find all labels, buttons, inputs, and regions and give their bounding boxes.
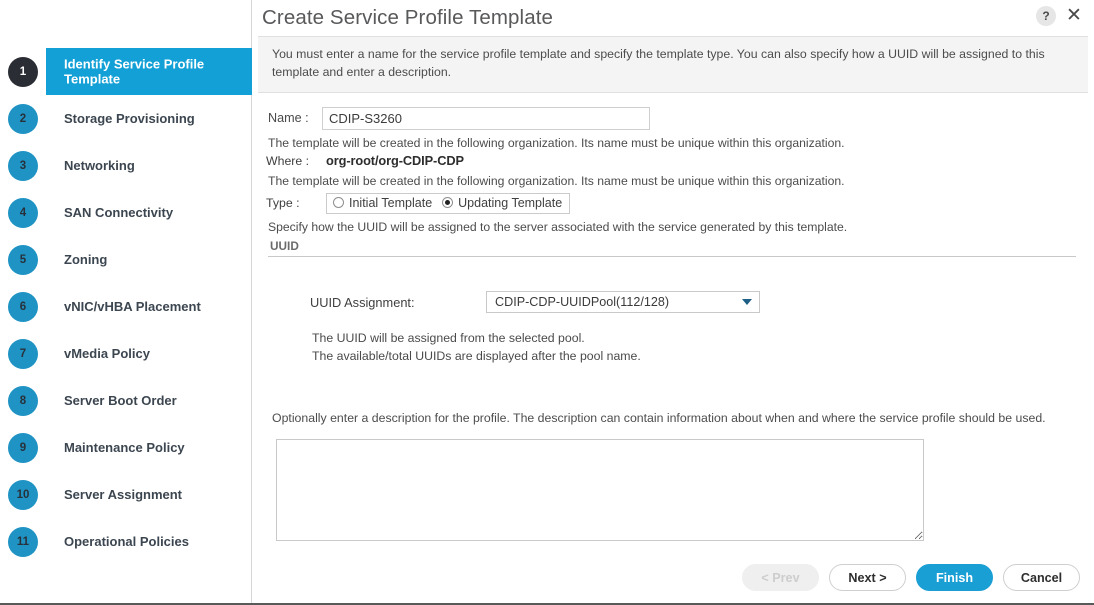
instruction-banner: You must enter a name for the service pr… <box>258 36 1088 93</box>
uuid-pool-select[interactable]: CDIP-CDP-UUIDPool(112/128) <box>486 291 760 314</box>
step-number-badge: 9 <box>8 432 38 463</box>
help-icon[interactable]: ? <box>1036 6 1056 26</box>
uuid-pool-selected-value: CDIP-CDP-UUIDPool(112/128) <box>495 295 670 310</box>
step-number-badge: 10 <box>8 479 38 510</box>
sidebar-item-vmedia-policy[interactable]: 7 vMedia Policy <box>0 330 252 377</box>
sidebar-item-highlight <box>46 377 252 424</box>
sidebar-item-storage-provisioning[interactable]: 2 Storage Provisioning <box>0 95 252 142</box>
titlebar-icons: ? ✕ <box>1036 6 1084 26</box>
step-number-badge: 11 <box>8 526 38 557</box>
sidebar-item-server-boot-order[interactable]: 8 Server Boot Order <box>0 377 252 424</box>
close-icon[interactable]: ✕ <box>1064 6 1084 26</box>
radio-initial-template[interactable]: Initial Template <box>333 196 432 210</box>
name-row: Name : <box>266 106 1080 130</box>
uuid-assignment-label: UUID Assignment: <box>310 294 415 310</box>
sidebar-item-san-connectivity[interactable]: 4 SAN Connectivity <box>0 189 252 236</box>
identify-form: Name : The template will be created in t… <box>258 93 1088 541</box>
uuid-note-2: The available/total UUIDs are displayed … <box>312 348 641 363</box>
radio-label-initial: Initial Template <box>349 195 433 210</box>
description-intro: Optionally enter a description for the p… <box>272 410 1046 425</box>
organization-hint-2: The template will be created in the foll… <box>268 174 845 189</box>
wizard-step-list: 1 Identify Service Profile Template 2 Stora… <box>0 0 252 565</box>
next-button[interactable]: Next > <box>829 564 906 591</box>
sidebar-item-highlight <box>46 283 252 330</box>
uuid-assignment-block: UUID Assignment: CDIP-CDP-UUIDPool(112/1… <box>266 257 1080 365</box>
sidebar-item-maintenance-policy[interactable]: 9 Maintenance Policy <box>0 424 252 471</box>
sidebar-item-highlight <box>46 424 252 471</box>
dialog-footer: < Prev Next > Finish Cancel <box>742 564 1080 591</box>
sidebar-item-highlight <box>46 142 252 189</box>
uuid-assignment-row: UUID Assignment: CDIP-CDP-UUIDPool(112/1… <box>310 291 1080 314</box>
wizard-sidebar: 1 Identify Service Profile Template 2 Stora… <box>0 0 252 603</box>
name-input[interactable] <box>322 106 650 130</box>
radio-updating-template[interactable]: Updating Template <box>442 196 562 210</box>
step-number-badge: 8 <box>8 385 38 416</box>
name-label: Name : <box>268 111 309 126</box>
sidebar-item-identify-service-profile-template[interactable]: 1 Identify Service Profile Template <box>0 48 252 95</box>
where-value: org-root/org-CDIP-CDP <box>326 153 464 169</box>
where-label: Where : <box>266 153 310 168</box>
sidebar-item-operational-policies[interactable]: 11 Operational Policies <box>0 518 252 565</box>
dialog-body: Name : The template will be created in t… <box>252 93 1094 541</box>
radio-dot-updating <box>442 197 454 209</box>
sidebar-item-server-assignment[interactable]: 10 Server Assignment <box>0 471 252 518</box>
template-type-radio-group: Initial Template Updating Template <box>326 192 571 214</box>
step-number-badge: 1 <box>8 56 38 87</box>
dialog-titlebar: Create Service Profile Template ? ✕ <box>252 0 1094 36</box>
step-number-badge: 2 <box>8 103 38 134</box>
uuid-notes: The UUID will be assigned from the selec… <box>312 330 1080 365</box>
sidebar-item-highlight <box>46 236 252 283</box>
step-number-badge: 6 <box>8 291 38 322</box>
sidebar-item-highlight <box>46 95 252 142</box>
cancel-button[interactable]: Cancel <box>1003 564 1080 591</box>
step-number-badge: 4 <box>8 197 38 228</box>
prev-button[interactable]: < Prev <box>742 564 819 591</box>
radio-label-updating: Updating Template <box>458 195 563 210</box>
uuid-section-label: UUID <box>270 239 299 254</box>
sidebar-item-label: Identify Service Profile Template <box>64 55 205 87</box>
step-number-badge: 7 <box>8 338 38 369</box>
sidebar-item-highlight <box>46 189 252 236</box>
radio-dot-initial <box>333 197 344 209</box>
description-textarea[interactable] <box>276 438 924 541</box>
sidebar-item-highlight <box>46 471 252 518</box>
type-label: Type : <box>266 196 300 211</box>
chevron-down-icon <box>742 299 752 306</box>
where-row: Where : org-root/org-CDIP-CDP <box>266 153 1080 168</box>
sidebar-item-vnic-vhba-placement[interactable]: 6 vNIC/vHBA Placement <box>0 283 252 330</box>
create-service-profile-template-dialog: 1 Identify Service Profile Template 2 Stora… <box>0 0 1094 605</box>
sidebar-item-highlight <box>46 518 252 565</box>
finish-button[interactable]: Finish <box>916 564 993 591</box>
sidebar-item-highlight <box>46 330 252 377</box>
uuid-note-1: The UUID will be assigned from the selec… <box>312 331 585 346</box>
page-title: Create Service Profile Template <box>262 6 553 29</box>
step-number-badge: 5 <box>8 244 38 275</box>
sidebar-item-networking[interactable]: 3 Networking <box>0 142 252 189</box>
dialog-panel: Create Service Profile Template ? ✕ You … <box>252 0 1094 603</box>
organization-hint-1: The template will be created in the foll… <box>268 135 845 150</box>
description-field-wrap <box>276 438 1080 541</box>
uuid-hint: Specify how the UUID will be assigned to… <box>268 219 848 234</box>
sidebar-item-zoning[interactable]: 5 Zoning <box>0 236 252 283</box>
type-row: Type : Initial Template Updating Templat… <box>266 192 1080 214</box>
step-number-badge: 3 <box>8 150 38 181</box>
